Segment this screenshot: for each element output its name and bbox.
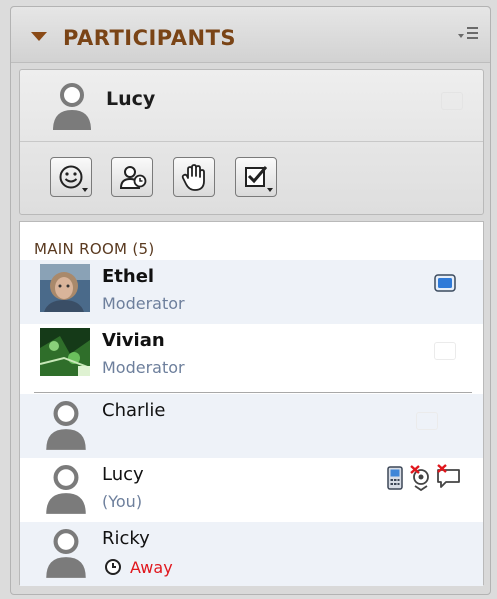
status-placeholder	[441, 92, 463, 110]
panel-title: PARTICIPANTS	[63, 26, 237, 50]
user-silhouette-icon	[46, 401, 86, 450]
away-status: Away	[130, 558, 173, 577]
panel-menu-icon[interactable]	[458, 27, 478, 41]
avatar-photo	[40, 328, 90, 376]
participant-name: Vivian	[102, 330, 165, 351]
emoticon-icon	[59, 165, 83, 189]
participant-name: Ethel	[102, 266, 155, 287]
participants-panel: PARTICIPANTS Lucy MAIN ROOM (5) Ethel Mo…	[10, 6, 491, 595]
no-video-icon	[410, 465, 429, 492]
avatar-photo	[40, 264, 90, 312]
participant-list: MAIN ROOM (5) Ethel Moderator Vivian Mod…	[19, 221, 484, 586]
my-name: Lucy	[106, 88, 156, 110]
user-silhouette-icon	[46, 529, 86, 578]
room-title: MAIN ROOM (5)	[34, 240, 155, 258]
participant-row-ricky[interactable]: Ricky Away	[20, 522, 483, 586]
panel-header[interactable]: PARTICIPANTS	[11, 7, 490, 63]
raise-hand-button[interactable]	[173, 157, 215, 197]
participant-name: Ricky	[102, 528, 150, 549]
participant-row-vivian[interactable]: Vivian Moderator	[20, 324, 483, 388]
agree-checkbox-icon	[245, 166, 268, 187]
screen-share-icon	[434, 274, 456, 292]
user-silhouette-icon	[53, 83, 91, 130]
chevron-down-icon	[267, 188, 273, 192]
emoticon-button[interactable]	[50, 157, 92, 197]
participant-you-label: (You)	[102, 492, 143, 511]
clock-icon	[105, 559, 121, 575]
status-placeholder	[416, 412, 438, 430]
step-away-icon	[119, 166, 147, 189]
raise-hand-icon	[181, 164, 205, 191]
triangle-down-icon[interactable]	[31, 32, 47, 41]
user-silhouette-icon	[46, 465, 86, 514]
participant-name: Lucy	[102, 464, 144, 485]
phone-icon	[387, 466, 403, 490]
my-user-row: Lucy	[20, 70, 483, 142]
participant-role: Moderator	[102, 358, 185, 377]
participant-row-ethel[interactable]: Ethel Moderator	[20, 260, 483, 324]
participant-role: Moderator	[102, 294, 185, 313]
moderator-divider	[34, 392, 472, 393]
step-away-button[interactable]	[111, 157, 153, 197]
participant-row-lucy[interactable]: Lucy (You)	[20, 458, 483, 522]
status-placeholder	[434, 342, 456, 360]
my-status-box: Lucy	[19, 69, 484, 215]
participant-row-charlie[interactable]: Charlie	[20, 394, 483, 458]
agree-button[interactable]	[235, 157, 277, 197]
chevron-down-icon	[82, 188, 88, 192]
no-chat-icon	[437, 464, 460, 488]
participant-name: Charlie	[102, 400, 166, 421]
